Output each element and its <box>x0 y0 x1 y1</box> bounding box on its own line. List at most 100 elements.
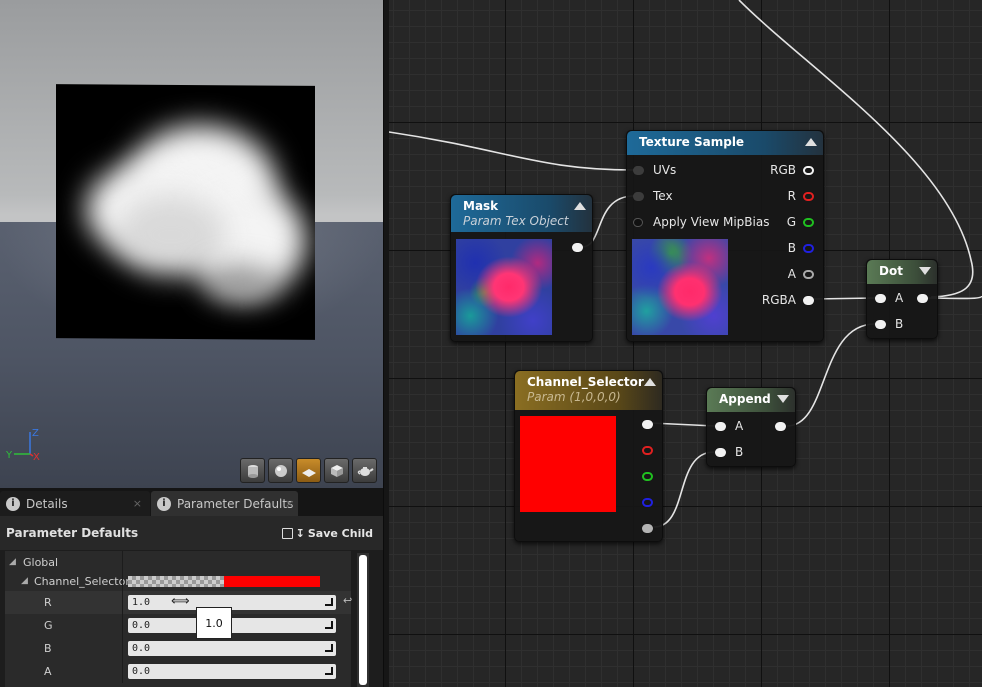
row-g: G 0.0 <box>5 614 351 637</box>
r-value-field[interactable]: 1.0 <box>128 595 336 610</box>
tab-parameter-defaults[interactable]: i Parameter Defaults × <box>151 491 298 516</box>
tree-parameter-label: Channel_Selector <box>34 575 130 588</box>
save-child-label: Save Child <box>307 526 373 540</box>
node-header[interactable]: Mask Param Tex Object <box>451 195 592 232</box>
reset-arrow-icon <box>325 621 333 629</box>
node-header[interactable]: Append <box>707 388 795 412</box>
node-subtitle: Param Tex Object <box>463 214 569 228</box>
pin-tex-label: Tex <box>653 189 673 203</box>
tab-details-label: Details <box>26 496 68 511</box>
tree-parameter-row[interactable]: ◢ Channel_Selector <box>5 570 351 593</box>
reset-default-icon[interactable]: ↩ <box>343 594 352 607</box>
pin-a[interactable] <box>875 294 886 303</box>
pin-uvs[interactable] <box>633 166 644 175</box>
g-value-field[interactable]: 0.0 <box>128 618 336 633</box>
node-subtitle: Param (1,0,0,0) <box>527 390 621 404</box>
sphere-icon[interactable] <box>268 458 293 483</box>
pin-a-label: A <box>787 267 796 281</box>
pin-r[interactable] <box>642 446 653 455</box>
color-preview-thumbnail <box>520 416 616 512</box>
pin-output[interactable] <box>775 422 786 431</box>
info-icon: i <box>6 496 20 511</box>
node-header[interactable]: Channel_Selector Param (1,0,0,0) <box>515 371 662 410</box>
pin-b[interactable] <box>875 320 886 329</box>
pin-b-label: B <box>895 317 904 331</box>
teapot-icon[interactable] <box>352 458 377 483</box>
close-icon[interactable]: × <box>285 497 294 510</box>
node-dot[interactable]: Dot A B <box>866 259 938 339</box>
close-icon[interactable]: × <box>133 497 142 510</box>
pin-b[interactable] <box>642 498 653 507</box>
node-title: Dot <box>879 264 903 278</box>
tree-group-label: Global <box>23 556 59 569</box>
row-g-label: G <box>44 619 53 632</box>
preview-mesh-plane <box>56 84 315 340</box>
color-value-swatch[interactable] <box>128 576 320 587</box>
axis-x-label: X <box>33 452 40 463</box>
pin-rgb[interactable] <box>803 166 814 175</box>
pin-rgba-label: RGBA <box>761 293 796 307</box>
pin-a[interactable] <box>642 524 653 533</box>
panel-title: Parameter Defaults <box>6 526 139 540</box>
collapse-arrow-icon[interactable] <box>919 267 931 275</box>
pin-r[interactable] <box>803 192 814 201</box>
cylinder-icon[interactable] <box>240 458 265 483</box>
tab-parameter-defaults-label: Parameter Defaults <box>177 496 294 511</box>
pin-mipbias-label: Apply View MipBias <box>653 215 770 229</box>
parameter-tree: ◢ Global ◢ Channel_Selector R 1.0 ⟺ ↩ G <box>5 551 352 687</box>
details-panel: i Details × i Parameter Defaults × Param… <box>0 488 383 687</box>
info-icon: i <box>157 496 171 511</box>
material-graph[interactable]: Texture Sample UVs Tex Apply View MipBia… <box>389 0 982 687</box>
expand-arrow-icon[interactable]: ◢ <box>21 576 28 586</box>
row-b-label: B <box>44 642 52 655</box>
save-icon <box>281 527 293 539</box>
node-channel-selector[interactable]: Channel_Selector Param (1,0,0,0) <box>514 370 663 542</box>
collapse-arrow-icon[interactable] <box>574 202 586 210</box>
reset-arrow-icon <box>325 667 333 675</box>
node-title: Append <box>719 392 771 406</box>
pin-output[interactable] <box>572 243 583 252</box>
preview-viewport[interactable]: Z Y X <box>0 0 383 488</box>
pin-b[interactable] <box>715 448 726 457</box>
row-b: B 0.0 <box>5 637 351 660</box>
pin-rgb[interactable] <box>642 420 653 429</box>
node-title: Channel_Selector <box>527 375 644 389</box>
pin-a[interactable] <box>803 270 814 279</box>
row-a-label: A <box>44 665 52 678</box>
cube-icon[interactable] <box>324 458 349 483</box>
pin-tex[interactable] <box>633 192 644 201</box>
r-value: 1.0 <box>132 597 151 608</box>
node-texture-sample[interactable]: Texture Sample UVs Tex Apply View MipBia… <box>626 130 824 342</box>
row-r-label: R <box>44 596 52 609</box>
pin-g[interactable] <box>642 472 653 481</box>
material-editor: { "viewport": { "axis_labels": {"z": "Z"… <box>0 0 982 687</box>
save-child-button[interactable]: ↧ Save Child <box>278 525 377 542</box>
axis-gizmo: Z Y X <box>5 428 40 463</box>
pin-output[interactable] <box>917 294 928 303</box>
pin-b-label: B <box>787 241 796 255</box>
a-value-field[interactable]: 0.0 <box>128 664 336 679</box>
preview-mesh-toolbar <box>240 458 377 483</box>
node-header[interactable]: Dot <box>867 260 937 284</box>
collapse-arrow-icon[interactable] <box>644 378 656 386</box>
pin-rgba[interactable] <box>803 296 814 305</box>
pin-a[interactable] <box>715 422 726 431</box>
b-value-field[interactable]: 0.0 <box>128 641 336 656</box>
plane-icon[interactable] <box>296 458 321 483</box>
row-a: A 0.0 <box>5 660 351 683</box>
node-mask[interactable]: Mask Param Tex Object <box>450 194 593 342</box>
reset-arrow-icon <box>325 598 333 606</box>
collapse-arrow-icon[interactable] <box>805 138 817 146</box>
pin-b[interactable] <box>803 244 814 253</box>
tab-details[interactable]: i Details × <box>0 491 150 516</box>
node-append[interactable]: Append A B <box>706 387 796 467</box>
parameter-scrollbar[interactable] <box>357 553 369 687</box>
collapse-arrow-icon[interactable] <box>777 395 789 403</box>
pin-mipbias[interactable] <box>633 218 643 227</box>
node-header[interactable]: Texture Sample <box>627 131 823 155</box>
node-title: Mask <box>463 199 499 213</box>
pin-g[interactable] <box>803 218 814 227</box>
texture-preview-thumbnail <box>632 239 728 335</box>
panel-header: Parameter Defaults ↧ Save Child <box>0 516 383 550</box>
expand-arrow-icon[interactable]: ◢ <box>9 557 16 567</box>
